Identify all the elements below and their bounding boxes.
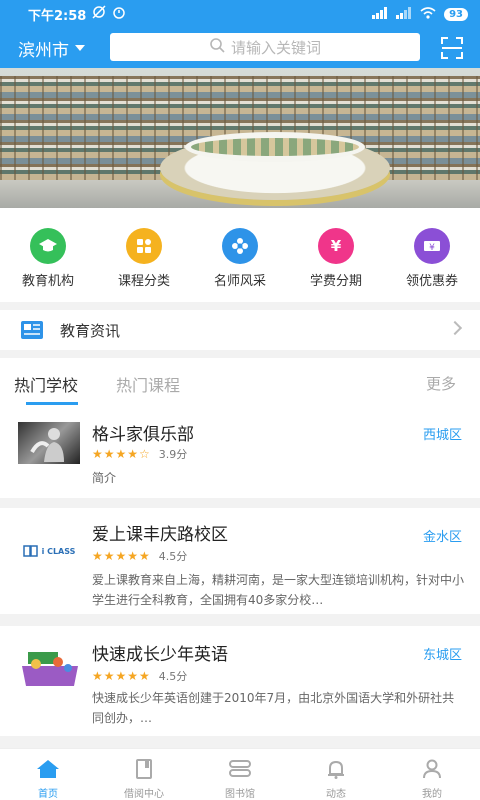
quick-link-institutions[interactable]: 教育机构 bbox=[0, 228, 96, 289]
chevron-right-icon bbox=[447, 320, 463, 336]
tab-borrow-center[interactable]: 借阅中心 bbox=[96, 759, 192, 800]
school-district: 金水区 bbox=[422, 530, 462, 545]
school-name: 快速成长少年英语 bbox=[92, 645, 228, 665]
rating-stars: ★★★★★ bbox=[92, 549, 151, 563]
school-rating: ★★★★☆ 3.9分 bbox=[92, 446, 187, 462]
search-icon bbox=[209, 37, 231, 57]
chevron-down-icon bbox=[75, 45, 85, 51]
tab-home[interactable]: 首页 bbox=[0, 759, 96, 800]
more-link[interactable]: 更多 bbox=[426, 373, 456, 394]
school-logo: i CLASS bbox=[18, 530, 80, 572]
rating-score: 3.9分 bbox=[158, 448, 188, 461]
grid-icon bbox=[126, 228, 162, 264]
school-district: 东城区 bbox=[422, 648, 462, 663]
school-thumbnail bbox=[18, 646, 82, 690]
school-rating: ★★★★★ 4.5分 bbox=[92, 668, 187, 684]
school-card[interactable]: 快速成长少年英语 东城区 ★★★★★ 4.5分 快速成长少年英语创建于2010年… bbox=[0, 626, 480, 736]
logo-text: i CLASS bbox=[41, 546, 76, 556]
banner-image[interactable] bbox=[0, 68, 480, 208]
school-description: 简介 bbox=[92, 471, 117, 485]
coupon-icon: ¥ bbox=[414, 228, 450, 264]
rating-score: 4.5分 bbox=[158, 550, 188, 563]
yen-icon: ¥ bbox=[318, 228, 354, 264]
status-time: 下午2:58 bbox=[28, 8, 87, 24]
school-description: 快速成长少年英语创建于2010年7月，由北京外国语大学和外研社共同创办，… bbox=[92, 691, 455, 725]
bottom-tab-bar: 首页 借阅中心 图书馆 动态 我的 bbox=[0, 748, 480, 800]
top-bar: 滨州市 请输入关键词 bbox=[0, 28, 480, 68]
school-name: 格斗家俱乐部 bbox=[92, 425, 194, 445]
school-card[interactable]: i CLASS 爱上课丰庆路校区 金水区 ★★★★★ 4.5分 爱上课教育来自上… bbox=[0, 508, 480, 614]
library-icon bbox=[228, 760, 252, 783]
tab-profile[interactable]: 我的 bbox=[384, 759, 480, 800]
school-description: 爱上课教育来自上海，精耕河南，是一家大型连锁培训机构，针对中小学生进行全科教育，… bbox=[92, 573, 465, 607]
status-bar: 下午2:58 93 bbox=[0, 0, 480, 28]
signal-2-icon bbox=[396, 6, 412, 22]
bell-icon bbox=[326, 760, 346, 783]
city-label: 滨州市 bbox=[18, 40, 69, 61]
tab-activity[interactable]: 动态 bbox=[288, 759, 384, 800]
school-thumbnail bbox=[18, 422, 80, 464]
school-name: 爱上课丰庆路校区 bbox=[92, 525, 228, 545]
scan-icon[interactable] bbox=[440, 36, 464, 60]
rating-score: 4.5分 bbox=[158, 670, 188, 683]
graduation-cap-icon bbox=[30, 228, 66, 264]
school-district: 西城区 bbox=[422, 428, 462, 443]
active-tab-indicator bbox=[26, 402, 78, 405]
school-card[interactable]: 格斗家俱乐部 西城区 ★★★★☆ 3.9分 简介 bbox=[0, 408, 480, 498]
flower-icon bbox=[222, 228, 258, 264]
search-input[interactable]: 请输入关键词 bbox=[110, 33, 420, 61]
alarm-icon bbox=[112, 5, 126, 23]
signal-icon bbox=[372, 6, 388, 22]
book-icon bbox=[134, 759, 154, 783]
quick-link-categories[interactable]: 课程分类 bbox=[96, 228, 192, 289]
svg-text:¥: ¥ bbox=[429, 243, 435, 252]
tab-hot-schools[interactable]: 热门学校 bbox=[14, 372, 78, 396]
school-rating: ★★★★★ 4.5分 bbox=[92, 548, 187, 564]
battery-indicator: 93 bbox=[444, 7, 468, 21]
education-news-row[interactable]: 教育资讯 bbox=[0, 310, 480, 350]
news-title: 教育资讯 bbox=[60, 321, 121, 340]
rating-stars: ★★★★★ bbox=[92, 669, 151, 683]
tab-hot-courses[interactable]: 热门课程 bbox=[116, 372, 180, 396]
rating-stars: ★★★★☆ bbox=[92, 447, 151, 461]
tab-library[interactable]: 图书馆 bbox=[192, 759, 288, 800]
quick-link-installments[interactable]: ¥ 学费分期 bbox=[288, 228, 384, 289]
sync-off-icon bbox=[92, 5, 106, 23]
city-selector[interactable]: 滨州市 bbox=[18, 36, 98, 61]
school-course-tabs: 热门学校 热门课程 更多 bbox=[0, 358, 480, 408]
search-placeholder: 请输入关键词 bbox=[230, 38, 321, 57]
wifi-icon bbox=[420, 6, 436, 22]
quick-link-teachers[interactable]: 名师风采 bbox=[192, 228, 288, 289]
quick-link-coupons[interactable]: ¥ 领优惠券 bbox=[384, 228, 480, 289]
user-icon bbox=[422, 759, 442, 783]
quick-links: 教育机构 课程分类 名师风采 ¥ 学费分期 ¥ 领优惠券 bbox=[0, 208, 480, 302]
news-icon bbox=[20, 320, 44, 340]
home-icon bbox=[36, 760, 60, 783]
